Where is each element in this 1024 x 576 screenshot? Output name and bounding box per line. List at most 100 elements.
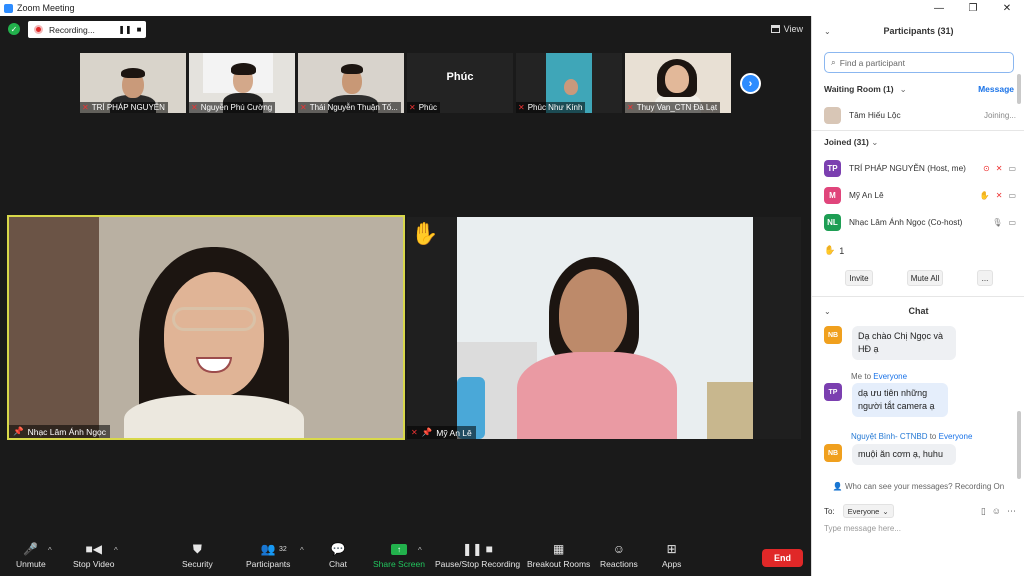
participant-thumbnail[interactable]: ✕ Thuy Van_CTN Đà Lạt	[625, 53, 731, 113]
recording-status-icon: ⊙	[983, 163, 990, 173]
joined-header[interactable]: Joined (31) ⌄	[824, 137, 878, 148]
breakout-rooms-button[interactable]: ▦ Breakout Rooms	[527, 542, 590, 569]
avatar: TP	[824, 383, 842, 401]
chevron-down-icon: ⌄	[882, 506, 889, 516]
participant-row[interactable]: M Mỹ An Lê ✋ ✕ ▭	[824, 185, 1016, 205]
participants-scrollbar[interactable]	[1017, 74, 1021, 104]
share-options-chevron-icon[interactable]: ^	[418, 546, 422, 555]
divider	[812, 296, 1024, 297]
joined-chevron-icon: ⌄	[871, 137, 879, 147]
participant-thumbnail[interactable]: ✕ Thái Nguyễn Thuận Tố...	[298, 53, 404, 113]
mute-all-button[interactable]: Mute All	[907, 270, 943, 286]
muted-mic-icon: ✕	[995, 190, 1003, 200]
thumbnail-name: ✕ Phúc	[407, 102, 440, 113]
minimize-button[interactable]: —	[922, 0, 956, 16]
next-page-arrow-icon[interactable]: ›	[740, 73, 761, 94]
chat-message: TP dạ ưu tiên những người tắt camera ạ	[824, 383, 948, 417]
more-options-button[interactable]: ...	[977, 270, 993, 286]
video-camera-icon: ▭	[1008, 190, 1016, 200]
speaker-shirt	[124, 395, 304, 438]
background-door	[9, 217, 99, 438]
thumbnail-name: ✕ Thái Nguyễn Thuận Tố...	[298, 102, 401, 113]
waiting-participant-row[interactable]: Tâm Hiếu Lộc Joining...	[824, 105, 1016, 125]
chat-button[interactable]: 💬 Chat	[329, 542, 347, 569]
emoji-icon[interactable]: ☺	[992, 506, 1001, 517]
participant-thumbnail[interactable]: ✕ Nguyễn Phú Cường	[189, 53, 295, 113]
side-panel: ⌄ Participants (31) ⌕ Find a participant…	[811, 16, 1024, 576]
participant-video[interactable]	[457, 217, 753, 439]
person-hair	[231, 63, 256, 75]
people-icon: 👤	[832, 482, 843, 491]
chat-scrollbar[interactable]	[1017, 411, 1021, 479]
close-button[interactable]: ✕	[990, 0, 1024, 16]
chat-bubble: dạ ưu tiên những người tắt camera ạ	[852, 383, 948, 417]
speaker-glasses	[172, 307, 256, 331]
pause-stop-recording-button[interactable]: ❚❚ ■ Pause/Stop Recording	[435, 542, 520, 569]
participant-thumbnail[interactable]: Phúc ✕ Phúc	[407, 53, 513, 113]
pause-recording-icon[interactable]: ❚❚	[118, 21, 132, 38]
muted-mic-icon: ✕	[409, 103, 416, 112]
participant-row[interactable]: NL Nhạc Lâm Ánh Ngọc (Co-host) 🎙 ▭	[824, 212, 1016, 232]
participants-options-chevron-icon[interactable]: ^	[300, 546, 304, 555]
view-grid-icon	[770, 25, 780, 33]
waiting-room-chevron-icon: ⌄	[899, 83, 907, 94]
participant-thumbnail[interactable]: ✕ Phúc Như Kính	[516, 53, 622, 113]
raised-hands-count: ✋ 1	[824, 245, 845, 256]
stop-video-button[interactable]: ■◀ Stop Video	[73, 542, 114, 569]
chat-panel-header: ⌄ Chat	[812, 303, 1024, 319]
participants-count: 32	[279, 546, 287, 553]
more-options-icon[interactable]: ⋯	[1007, 506, 1016, 517]
chat-panel-title: Chat	[908, 306, 929, 316]
avatar: NB	[824, 326, 842, 344]
video-options-chevron-icon[interactable]: ^	[114, 546, 118, 555]
thumbnail-name: ✕ Nguyễn Phú Cường	[189, 102, 276, 113]
end-meeting-button[interactable]: End	[762, 549, 803, 567]
apps-button[interactable]: ⊞ Apps	[662, 542, 681, 569]
participant-row[interactable]: TP TRÍ PHÁP NGUYỄN (Host, me) ⊙ ✕ ▭	[824, 158, 1016, 178]
participant-video-name: ✕ 📌 Mỹ An Lê	[407, 426, 476, 439]
speaker-face	[164, 272, 264, 397]
security-button[interactable]: ⛊ Security	[182, 542, 213, 570]
chat-message-input[interactable]: Type message here...	[824, 524, 1016, 533]
collapse-chevron-icon[interactable]: ⌄	[824, 307, 831, 316]
muted-mic-icon: ✕	[518, 103, 525, 112]
person-face	[559, 269, 627, 359]
avatar: NB	[824, 444, 842, 462]
waiting-room-message-button[interactable]: Message	[978, 84, 1014, 94]
pause-stop-icon: ❚❚ ■	[462, 542, 493, 556]
participant-name: Nhạc Lâm Ánh Ngọc (Co-host)	[849, 217, 963, 227]
thumbnail-placeholder-name: Phúc	[446, 71, 474, 83]
collapse-chevron-icon[interactable]: ⌄	[824, 27, 831, 36]
stop-recording-icon[interactable]: ■	[132, 21, 146, 38]
muted-mic-icon: ✕	[627, 103, 634, 112]
microphone-icon: 🎙	[992, 217, 1003, 227]
participant-thumbnail[interactable]: ✕ TRÍ PHÁP NGUYỄN	[80, 53, 186, 113]
view-button[interactable]: View	[770, 22, 803, 36]
recording-indicator: Recording... ❚❚ ■	[28, 21, 146, 38]
participant-name: Mỹ An Lê	[849, 190, 884, 200]
apps-icon: ⊞	[666, 542, 677, 556]
file-icon[interactable]: ▯	[981, 506, 986, 517]
restore-button[interactable]: ❐	[956, 0, 990, 16]
chat-visibility-notice[interactable]: 👤 Who can see your messages? Recording O…	[812, 482, 1024, 491]
window-title: Zoom Meeting	[17, 3, 75, 13]
reactions-button[interactable]: ☺ Reactions	[600, 542, 638, 569]
recording-label: Recording...	[49, 24, 95, 35]
participants-icon: 👥	[260, 542, 276, 556]
participant-status: 🎙 ▭	[992, 218, 1016, 227]
waiting-room-header[interactable]: Waiting Room (1) ⌄ Message	[824, 82, 1014, 96]
participant-search-input[interactable]: ⌕ Find a participant	[824, 52, 1014, 73]
encryption-shield-icon[interactable]: ✓	[8, 23, 20, 35]
participants-panel-header: ⌄ Participants (31)	[812, 16, 1024, 46]
unmute-button[interactable]: 🎤 Unmute	[16, 542, 46, 569]
pin-icon: 📌	[13, 426, 24, 436]
recipient-select[interactable]: Everyone ⌄	[842, 504, 894, 518]
joining-status: Joining...	[983, 110, 1016, 120]
search-placeholder: Find a participant	[839, 57, 905, 68]
invite-button[interactable]: Invite	[845, 270, 873, 286]
raised-hand-icon: ✋	[411, 221, 439, 246]
audio-options-chevron-icon[interactable]: ^	[48, 546, 52, 555]
person-shirt	[517, 352, 677, 439]
person-hair	[121, 68, 145, 78]
active-speaker-video[interactable]: 📌 Nhạc Lâm Ánh Ngọc	[7, 215, 405, 440]
